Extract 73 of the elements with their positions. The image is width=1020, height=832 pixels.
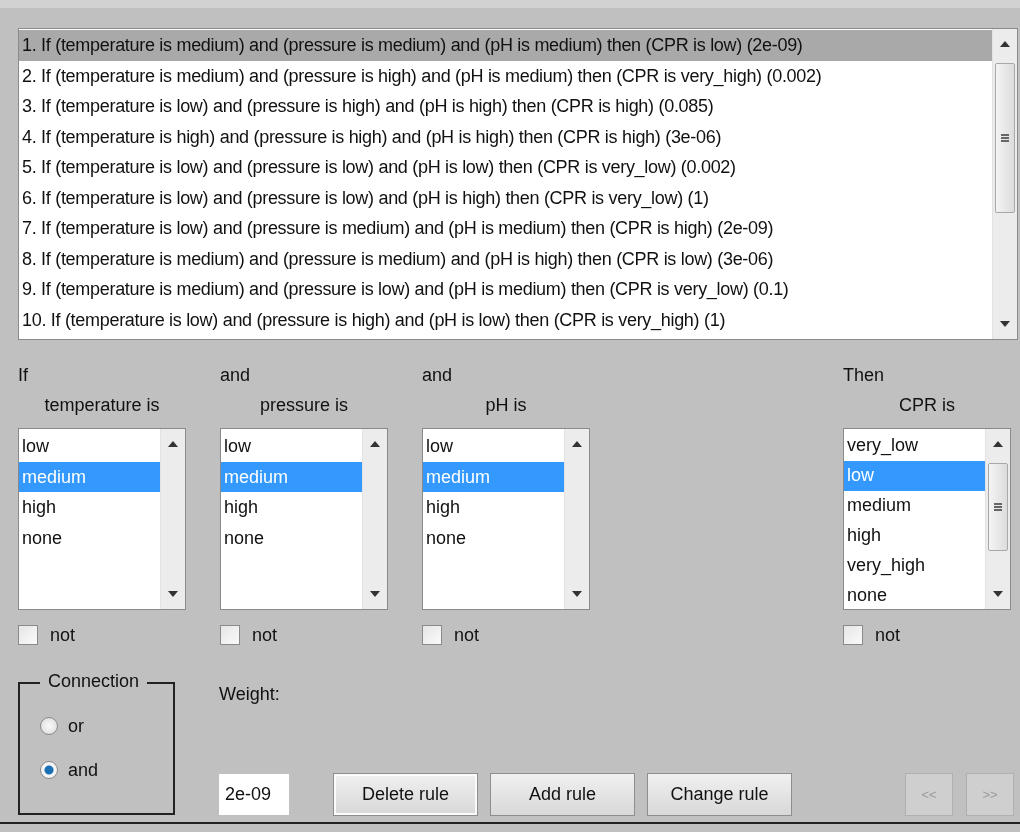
scrollbar[interactable]: [160, 429, 185, 609]
connector-label: and: [220, 364, 252, 387]
scrollbar[interactable]: [564, 429, 589, 609]
scroll-up-icon[interactable]: [572, 441, 582, 447]
variable-label: CPR is: [898, 394, 956, 417]
rule-item[interactable]: 2. If (temperature is medium) and (pressure is high) and (pH is medium) then (CPR is very_high) (0.002): [19, 60, 992, 91]
list-option[interactable]: high: [844, 521, 985, 551]
scrollbar[interactable]: [992, 29, 1017, 339]
rule-button[interactable]: Delete rule: [333, 773, 478, 816]
checkbox[interactable]: [220, 625, 240, 645]
list-option[interactable]: low: [423, 431, 564, 462]
list-option[interactable]: high: [19, 492, 160, 523]
variable-label: temperature is: [43, 394, 161, 417]
connector-label: and: [422, 364, 454, 387]
scrollbar[interactable]: [362, 429, 387, 609]
scroll-down-icon[interactable]: [572, 591, 582, 597]
checkbox-label: not: [252, 624, 278, 646]
checkbox-label: not: [454, 624, 480, 646]
rules-list[interactable]: [18, 28, 1018, 340]
rule-item[interactable]: 3. If (temperature is low) and (pressure is high) and (pH is high) then (CPR is high) (0.085): [19, 91, 992, 122]
grip-icon: [1001, 134, 1009, 142]
radio-button[interactable]: [40, 717, 58, 735]
list-option[interactable]: none: [844, 581, 985, 609]
checkbox-label: not: [50, 624, 76, 646]
rule-button[interactable]: Add rule: [490, 773, 635, 816]
list-option[interactable]: high: [423, 492, 564, 523]
scroll-thumb[interactable]: [995, 63, 1015, 213]
grip-icon: [994, 503, 1002, 511]
scroll-up-icon[interactable]: [370, 441, 380, 447]
list-option[interactable]: low: [19, 431, 160, 462]
checkbox[interactable]: [422, 625, 442, 645]
rule-item[interactable]: 6. If (temperature is low) and (pressure is low) and (pH is high) then (CPR is very_low) (1): [19, 182, 992, 213]
rule-item[interactable]: 10. If (temperature is low) and (pressure is high) and (pH is low) then (CPR is very_high) (1): [19, 304, 992, 335]
list-option[interactable]: high: [221, 492, 362, 523]
listbox[interactable]: very_low low medium high very_high none: [843, 428, 1011, 610]
list-option[interactable]: medium: [844, 491, 985, 521]
scroll-up-icon[interactable]: [168, 441, 178, 447]
weight-field[interactable]: 2e-09: [219, 774, 289, 815]
radio-label: and: [68, 759, 99, 781]
rule-item[interactable]: 7. If (temperature is low) and (pressure is medium) and (pH is medium) then (CPR is high) (2e-09): [19, 213, 992, 244]
scroll-down-icon[interactable]: [370, 591, 380, 597]
rule-item[interactable]: 1. If (temperature is medium) and (pressure is medium) and (pH is medium) then (CPR is low) (2e-09): [19, 30, 992, 61]
checkbox[interactable]: [843, 625, 863, 645]
rule-item[interactable]: 4. If (temperature is high) and (pressure is high) and (pH is high) then (CPR is high) (3e-06): [19, 121, 992, 152]
listbox[interactable]: low medium high none: [220, 428, 388, 610]
list-option[interactable]: very_low: [844, 431, 985, 461]
list-option[interactable]: none: [19, 522, 160, 553]
list-option[interactable]: none: [423, 522, 564, 553]
listbox[interactable]: low medium high none: [18, 428, 186, 610]
scroll-up-icon[interactable]: [1000, 41, 1010, 47]
variable-label: pressure is: [259, 394, 349, 417]
scroll-thumb[interactable]: [988, 463, 1008, 551]
checkbox-label: not: [875, 624, 901, 646]
connector-label: If: [18, 364, 29, 387]
scroll-down-icon[interactable]: [1000, 321, 1010, 327]
rule-item[interactable]: 8. If (temperature is medium) and (pressure is medium) and (pH is high) then (CPR is low) (3e-06): [19, 243, 992, 274]
rule-item[interactable]: 9. If (temperature is medium) and (pressure is low) and (pH is medium) then (CPR is very_low) (0.1): [19, 274, 992, 305]
list-option[interactable]: none: [221, 522, 362, 553]
listbox[interactable]: low medium high none: [422, 428, 590, 610]
scroll-down-icon[interactable]: [993, 591, 1003, 597]
weight-label: Weight:: [219, 684, 281, 705]
rule-button[interactable]: Change rule: [647, 773, 792, 816]
scrollbar[interactable]: [985, 429, 1010, 609]
connector-label: Then: [843, 364, 886, 387]
scroll-down-icon[interactable]: [168, 591, 178, 597]
variable-label: pH is: [484, 394, 528, 417]
rule-item[interactable]: 5. If (temperature is low) and (pressure is low) and (pH is low) then (CPR is very_low) (0.002): [19, 152, 992, 183]
checkbox[interactable]: [18, 625, 38, 645]
radio-button[interactable]: [40, 761, 58, 779]
scroll-up-icon[interactable]: [993, 441, 1003, 447]
radio-label: or: [68, 715, 84, 737]
list-option[interactable]: low: [221, 431, 362, 462]
list-option[interactable]: very_high: [844, 551, 985, 581]
